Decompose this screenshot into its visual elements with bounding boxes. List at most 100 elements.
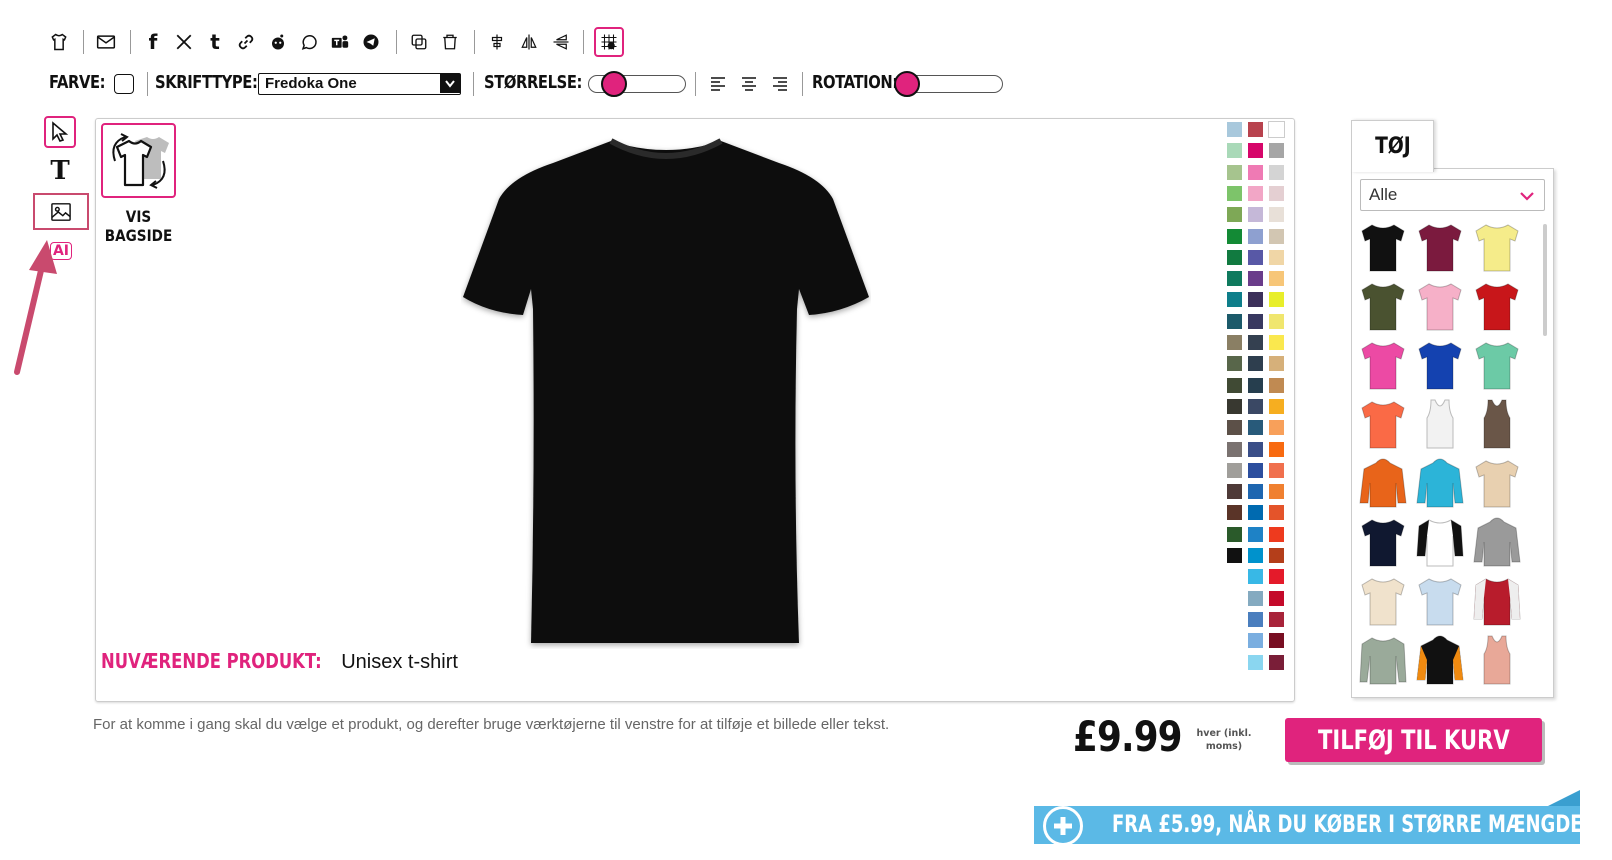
product-thumb-brown-tank[interactable] (1472, 398, 1522, 452)
rotation-slider[interactable] (894, 71, 1003, 97)
color-swatch[interactable] (1268, 632, 1285, 650)
add-to-cart-button[interactable]: TILFØJ TIL KURV (1285, 718, 1542, 762)
color-swatch[interactable] (1226, 483, 1243, 501)
color-swatch[interactable] (1226, 291, 1243, 309)
color-swatch[interactable] (1226, 440, 1243, 458)
color-swatch[interactable] (1268, 440, 1285, 458)
color-swatch[interactable] (1268, 270, 1285, 288)
color-swatch[interactable] (1226, 504, 1243, 522)
color-swatch[interactable] (1247, 121, 1264, 138)
product-thumb-black-tshirt[interactable] (1358, 221, 1408, 275)
color-swatch[interactable] (1226, 355, 1243, 373)
align-text-center-icon[interactable] (736, 71, 762, 97)
color-swatch[interactable] (1247, 568, 1264, 586)
color-swatch[interactable] (1268, 547, 1285, 564)
color-swatch[interactable] (1226, 461, 1243, 479)
text-tool[interactable]: T (44, 155, 76, 187)
pinterest-icon[interactable] (233, 29, 259, 55)
color-picker[interactable] (114, 74, 134, 94)
image-tool[interactable] (33, 193, 89, 230)
color-swatch[interactable] (1268, 142, 1285, 160)
color-swatch[interactable] (1226, 312, 1243, 330)
tab-clothing[interactable]: TØJ (1351, 120, 1434, 172)
color-swatch[interactable] (1226, 227, 1243, 245)
color-swatch[interactable] (1247, 653, 1264, 671)
shirt-icon[interactable] (46, 29, 72, 55)
color-swatch[interactable] (1226, 184, 1243, 202)
product-thumb-turquoise-hoodie[interactable] (1415, 457, 1465, 511)
color-swatch[interactable] (1247, 376, 1264, 394)
product-thumb-mint-tshirt[interactable] (1472, 339, 1522, 393)
color-swatch[interactable] (1247, 632, 1264, 650)
product-scrollbar[interactable] (1543, 224, 1547, 336)
color-swatch[interactable] (1247, 355, 1264, 373)
color-swatch[interactable] (1247, 184, 1264, 202)
color-swatch[interactable] (1226, 419, 1243, 437)
color-swatch[interactable] (1268, 248, 1285, 266)
color-swatch[interactable] (1268, 504, 1285, 522)
color-swatch[interactable] (1247, 525, 1264, 543)
color-swatch[interactable] (1226, 142, 1243, 160)
product-thumb-red-tshirt[interactable] (1472, 280, 1522, 334)
product-thumb-navy-tshirt[interactable] (1358, 516, 1408, 570)
color-swatch[interactable] (1268, 568, 1285, 586)
align-left-icon[interactable] (705, 71, 731, 97)
color-swatch[interactable] (1268, 334, 1285, 351)
color-swatch[interactable] (1247, 547, 1264, 564)
product-thumb-pink-tshirt[interactable] (1415, 280, 1465, 334)
flip-vertical-icon[interactable] (548, 29, 574, 55)
color-swatch[interactable] (1247, 334, 1264, 351)
color-swatch[interactable] (1268, 525, 1285, 543)
color-swatch[interactable] (1268, 589, 1285, 607)
product-thumb-peach-tank[interactable] (1472, 634, 1522, 688)
product-thumb-natural-tshirt[interactable] (1358, 575, 1408, 629)
color-swatch[interactable] (1226, 525, 1243, 543)
color-swatch[interactable] (1268, 291, 1285, 309)
color-swatch[interactable] (1268, 184, 1285, 202)
color-swatch[interactable] (1268, 653, 1285, 671)
select-tool[interactable] (44, 116, 76, 148)
product-thumb-white-tank[interactable] (1415, 398, 1465, 452)
product-thumb-sage-longsleeve[interactable] (1358, 634, 1408, 688)
grid-icon[interactable] (594, 27, 624, 57)
font-select[interactable]: Fredoka One (258, 73, 461, 95)
color-swatch[interactable] (1247, 610, 1264, 628)
telegram-icon[interactable] (358, 29, 384, 55)
color-swatch[interactable] (1247, 142, 1264, 160)
color-swatch[interactable] (1268, 610, 1285, 628)
product-thumb-maroon-tshirt[interactable] (1415, 221, 1465, 275)
color-swatch[interactable] (1268, 163, 1285, 181)
flip-horizontal-icon[interactable] (516, 29, 542, 55)
product-thumb-royal-tshirt[interactable] (1415, 339, 1465, 393)
color-swatch[interactable] (1247, 206, 1264, 224)
product-thumb-yellow-tshirt[interactable] (1472, 221, 1522, 275)
color-swatch[interactable] (1268, 121, 1285, 138)
reddit-icon[interactable] (265, 29, 291, 55)
color-swatch[interactable] (1226, 206, 1243, 224)
tumblr-icon[interactable]: t (202, 29, 228, 55)
product-thumb-raglan-tshirt[interactable] (1415, 516, 1465, 570)
product-thumb-orange-hoodie[interactable] (1358, 457, 1408, 511)
product-thumb-black-orange-hoodie[interactable] (1415, 634, 1465, 688)
color-swatch[interactable] (1247, 461, 1264, 479)
color-swatch[interactable] (1247, 440, 1264, 458)
view-back-button[interactable] (101, 123, 176, 198)
product-thumb-olive-tshirt[interactable] (1358, 280, 1408, 334)
x-icon[interactable] (171, 29, 197, 55)
color-swatch[interactable] (1247, 589, 1264, 607)
color-swatch[interactable] (1247, 397, 1264, 415)
color-swatch[interactable] (1268, 376, 1285, 394)
color-swatch[interactable] (1226, 334, 1243, 351)
product-thumb-varsity-jacket[interactable] (1472, 575, 1522, 629)
product-thumb-coral-tshirt[interactable] (1358, 398, 1408, 452)
color-swatch[interactable] (1247, 419, 1264, 437)
color-swatch[interactable] (1268, 206, 1285, 224)
color-swatch[interactable] (1268, 483, 1285, 501)
color-swatch[interactable] (1226, 121, 1243, 138)
color-swatch[interactable] (1226, 270, 1243, 288)
product-thumb-gradient-tshirt[interactable] (1415, 575, 1465, 629)
color-swatch[interactable] (1247, 291, 1264, 309)
color-swatch[interactable] (1247, 483, 1264, 501)
color-swatch[interactable] (1268, 355, 1285, 373)
size-slider[interactable] (588, 71, 686, 97)
